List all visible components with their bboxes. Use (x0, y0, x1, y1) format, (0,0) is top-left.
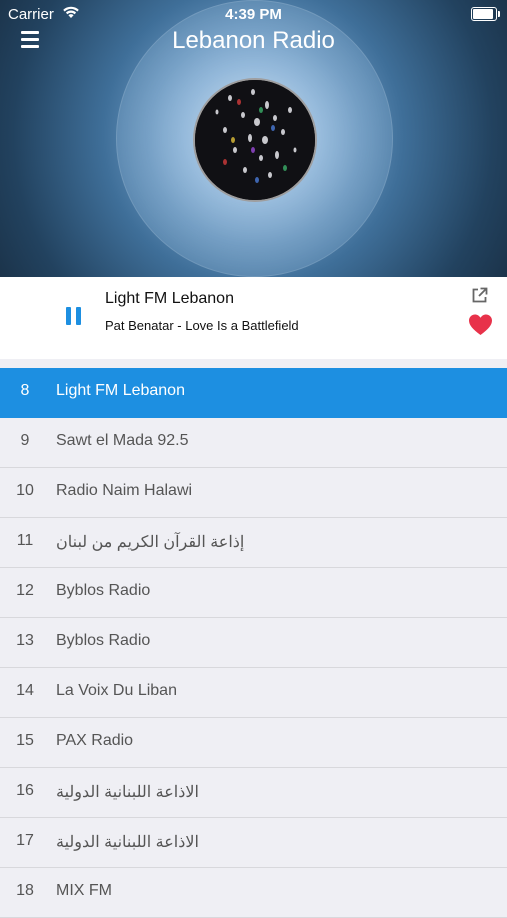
status-bar: Carrier 4:39 PM (0, 0, 507, 28)
page-title: Lebanon Radio (172, 27, 335, 54)
station-number: 11 (16, 532, 34, 549)
station-number: 8 (20, 382, 30, 399)
station-row[interactable]: 13 Byblos Radio (0, 618, 507, 668)
status-time: 4:39 PM (225, 6, 282, 23)
now-playing-track: Pat Benatar - Love Is a Battlefield (105, 318, 299, 333)
favorite-heart-icon[interactable] (468, 314, 493, 336)
station-number: 10 (16, 482, 34, 499)
station-row[interactable]: 10 Radio Naim Halawi (0, 468, 507, 518)
share-external-icon[interactable] (471, 287, 488, 304)
station-list: 8 Light FM Lebanon 9 Sawt el Mada 92.5 10 Rad… (0, 368, 507, 918)
station-number: 16 (16, 782, 34, 799)
artwork-lights-image (195, 80, 315, 200)
station-row[interactable]: 8 Light FM Lebanon (0, 368, 507, 418)
station-number: 18 (16, 882, 34, 899)
station-row[interactable]: 12 Byblos Radio (0, 568, 507, 618)
station-number: 12 (16, 582, 34, 599)
station-row[interactable]: 9 Sawt el Mada 92.5 (0, 418, 507, 468)
station-name: Byblos Radio (56, 582, 151, 599)
station-row[interactable]: 14 La Voix Du Liban (0, 668, 507, 718)
battery-icon (471, 7, 500, 21)
header: Carrier 4:39 PM Lebanon Radio (0, 0, 507, 277)
station-name: الاذاعة اللبنانية الدولية (56, 784, 199, 801)
station-row[interactable]: 15 PAX Radio (0, 718, 507, 768)
station-name: Light FM Lebanon (56, 382, 185, 399)
station-row[interactable]: 16 الاذاعة اللبنانية الدولية (0, 768, 507, 818)
station-name: الاذاعة اللبنانية الدولية (56, 834, 199, 851)
station-row[interactable]: 11 إذاعة القرآن الكريم من لبنان (0, 518, 507, 568)
station-name: PAX Radio (56, 732, 134, 749)
pause-button[interactable] (66, 307, 82, 325)
station-name: Byblos Radio (56, 632, 151, 649)
station-row[interactable]: 17 الاذاعة اللبنانية الدولية (0, 818, 507, 868)
station-name: إذاعة القرآن الكريم من لبنان (56, 534, 245, 551)
station-number: 13 (16, 632, 34, 649)
station-artwork (193, 78, 317, 202)
station-number: 9 (20, 432, 30, 449)
now-playing-station: Light FM Lebanon (105, 290, 234, 307)
station-number: 17 (16, 832, 34, 849)
station-number: 14 (16, 682, 34, 699)
station-number: 15 (16, 732, 34, 749)
station-name: Sawt el Mada 92.5 (56, 432, 189, 449)
station-name: La Voix Du Liban (56, 682, 177, 699)
station-row[interactable]: 18 MIX FM (0, 868, 507, 918)
station-name: Radio Naim Halawi (56, 482, 193, 499)
station-name: MIX FM (56, 882, 112, 899)
